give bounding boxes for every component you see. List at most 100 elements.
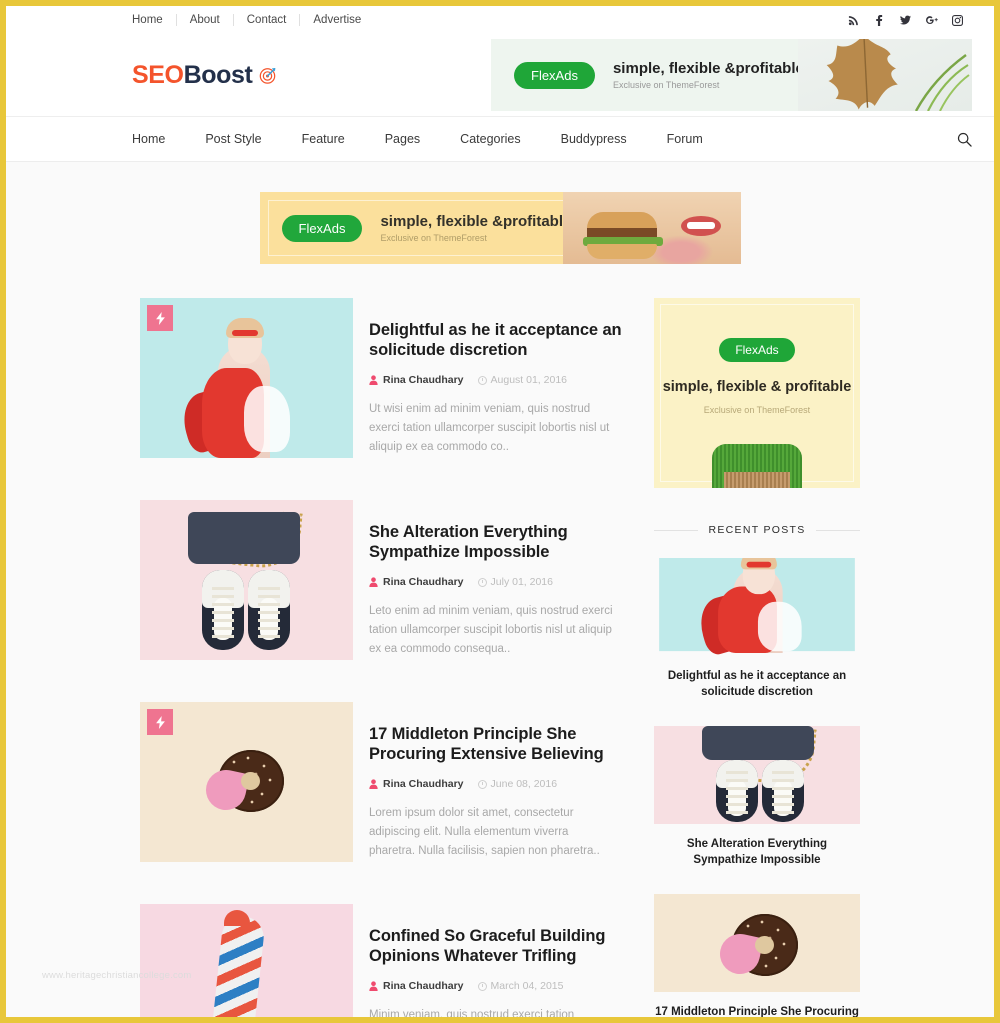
post-content: She Alteration Everything Sympathize Imp… [353, 500, 642, 660]
post-excerpt: Ut wisi enim ad minim veniam, quis nostr… [369, 403, 610, 453]
logo-secondary-text: Boost [183, 60, 253, 89]
post-author-name: Rina Chaudhary [383, 576, 464, 588]
page-frame: Home About Contact Advertise SEOBoost Fl… [0, 0, 1000, 1023]
top-nav-item-home[interactable]: Home [132, 14, 177, 26]
google-plus-icon[interactable] [925, 14, 938, 27]
top-nav-item-contact[interactable]: Contact [234, 14, 301, 26]
post-image-shoes [140, 500, 353, 660]
post-item: Delightful as he it acceptance an solici… [140, 298, 642, 458]
clock-icon [477, 375, 487, 385]
facebook-icon[interactable] [873, 14, 886, 27]
post-author: Rina Chaudhary [369, 576, 464, 588]
top-nav-item-advertise[interactable]: Advertise [300, 14, 361, 26]
user-icon [369, 375, 378, 385]
content-area: FlexAds simple, flexible &profitable Exc… [6, 162, 994, 1017]
post-thumbnail[interactable] [140, 298, 353, 458]
top-bar: Home About Contact Advertise [6, 6, 994, 34]
post-date-text: July 01, 2016 [490, 576, 553, 588]
main-nav-item-post-style[interactable]: Post Style [185, 132, 281, 146]
post-date-text: August 01, 2016 [490, 374, 567, 386]
search-icon[interactable] [956, 131, 972, 147]
grass-blades-icon [914, 54, 970, 111]
post-list: Delightful as he it acceptance an solici… [140, 298, 642, 1017]
post-title[interactable]: Confined So Graceful Building Opinions W… [369, 926, 642, 966]
recent-post-thumbnail[interactable] [654, 894, 860, 992]
twitter-icon[interactable] [899, 14, 912, 27]
main-nav-item-categories[interactable]: Categories [440, 132, 540, 146]
post-thumbnail[interactable] [140, 702, 353, 862]
recent-post-title[interactable]: 17 Middleton Principle She Procuring Ext… [654, 1004, 860, 1017]
main-nav-item-buddypress[interactable]: Buddypress [541, 132, 647, 146]
post-content: Delightful as he it acceptance an solici… [353, 298, 642, 458]
user-icon [369, 981, 378, 991]
sidebar-ad-title: simple, flexible & profitable [662, 379, 852, 395]
post-thumbnail[interactable] [140, 904, 353, 1017]
divider-right [815, 529, 860, 531]
recent-posts-label: RECENT POSTS [708, 524, 806, 536]
site-logo[interactable]: SEOBoost [132, 61, 276, 90]
post-title[interactable]: Delightful as he it acceptance an solici… [369, 320, 642, 360]
post-date-text: June 08, 2016 [490, 778, 558, 790]
post-date: March 04, 2015 [477, 980, 564, 992]
clock-icon [477, 779, 487, 789]
post-date-text: March 04, 2015 [490, 980, 564, 992]
post-title[interactable]: 17 Middleton Principle She Procuring Ext… [369, 724, 642, 764]
post-excerpt: Minim veniam, quis nostrud exerci tation… [369, 1009, 575, 1017]
post-item: She Alteration Everything Sympathize Imp… [140, 500, 642, 660]
clock-icon [477, 577, 487, 587]
teeth-shape [686, 222, 715, 229]
page-inner: Home About Contact Advertise SEOBoost Fl… [6, 6, 994, 1017]
body-ad-title: simple, flexible &profitable [380, 213, 572, 230]
main-nav-item-pages[interactable]: Pages [365, 132, 440, 146]
top-nav-item-about[interactable]: About [177, 14, 234, 26]
main-nav: Home Post Style Feature Pages Categories… [6, 116, 994, 162]
user-icon [369, 577, 378, 587]
post-title[interactable]: She Alteration Everything Sympathize Imp… [369, 522, 642, 562]
post-author: Rina Chaudhary [369, 374, 464, 386]
post-author: Rina Chaudhary [369, 778, 464, 790]
post-excerpt: Lorem ipsum dolor sit amet, consectetur … [369, 807, 600, 857]
sidebar-ad-banner[interactable]: FlexAds simple, flexible & profitable Ex… [654, 298, 860, 488]
header-ad-subtitle: Exclusive on ThemeForest [612, 80, 720, 90]
logo-primary-text: SEO [132, 60, 184, 89]
post-date: July 01, 2016 [477, 576, 553, 588]
post-image-candy [140, 904, 353, 1017]
header-ad-badge: FlexAds [514, 61, 595, 89]
sidebar: FlexAds simple, flexible & profitable Ex… [654, 298, 860, 1017]
header-ad-banner[interactable]: FlexAds simple, flexible &profitable Exc… [491, 39, 972, 111]
body-ad-badge: FlexAds [281, 214, 363, 242]
content-grid: Delightful as he it acceptance an solici… [140, 298, 860, 1017]
main-nav-item-home[interactable]: Home [132, 132, 185, 146]
sidebar-ad-subtitle: Exclusive on ThemeForest [703, 405, 811, 415]
post-meta: Rina Chaudhary March 04, 2015 [369, 980, 642, 992]
sidebar-ad-badge: FlexAds [719, 338, 795, 362]
site-header: SEOBoost FlexAds simple, flexible &profi… [6, 34, 994, 116]
post-item: Confined So Graceful Building Opinions W… [140, 904, 642, 1017]
main-nav-item-feature[interactable]: Feature [282, 132, 365, 146]
post-content: Confined So Graceful Building Opinions W… [353, 904, 642, 1017]
recent-post-thumbnail[interactable] [654, 558, 860, 656]
target-icon [259, 67, 276, 84]
recent-post-title[interactable]: She Alteration Everything Sympathize Imp… [654, 836, 860, 868]
post-author: Rina Chaudhary [369, 980, 464, 992]
header-ad-copy: simple, flexible &profitable Exclusive o… [613, 60, 804, 90]
rss-icon[interactable] [847, 14, 860, 27]
lightning-icon [147, 709, 173, 735]
instagram-icon[interactable] [951, 14, 964, 27]
leaf-icon [826, 39, 898, 110]
recent-post-item: Delightful as he it acceptance an solici… [654, 558, 860, 700]
main-nav-item-forum[interactable]: Forum [647, 132, 723, 146]
post-thumbnail[interactable] [140, 500, 353, 660]
body-ad-subtitle: Exclusive on ThemeForest [380, 233, 487, 243]
post-date: August 01, 2016 [477, 374, 567, 386]
grass-stem-image [724, 472, 790, 488]
recent-post-thumbnail[interactable] [654, 726, 860, 824]
user-icon [369, 779, 378, 789]
recent-post-title[interactable]: Delightful as he it acceptance an solici… [654, 668, 860, 700]
post-author-name: Rina Chaudhary [383, 778, 464, 790]
recent-image-shoes [654, 726, 860, 824]
post-author-name: Rina Chaudhary [383, 374, 464, 386]
post-item: 17 Middleton Principle She Procuring Ext… [140, 702, 642, 862]
clock-icon [477, 981, 487, 991]
body-ad-banner[interactable]: FlexAds simple, flexible &profitable Exc… [259, 192, 741, 264]
